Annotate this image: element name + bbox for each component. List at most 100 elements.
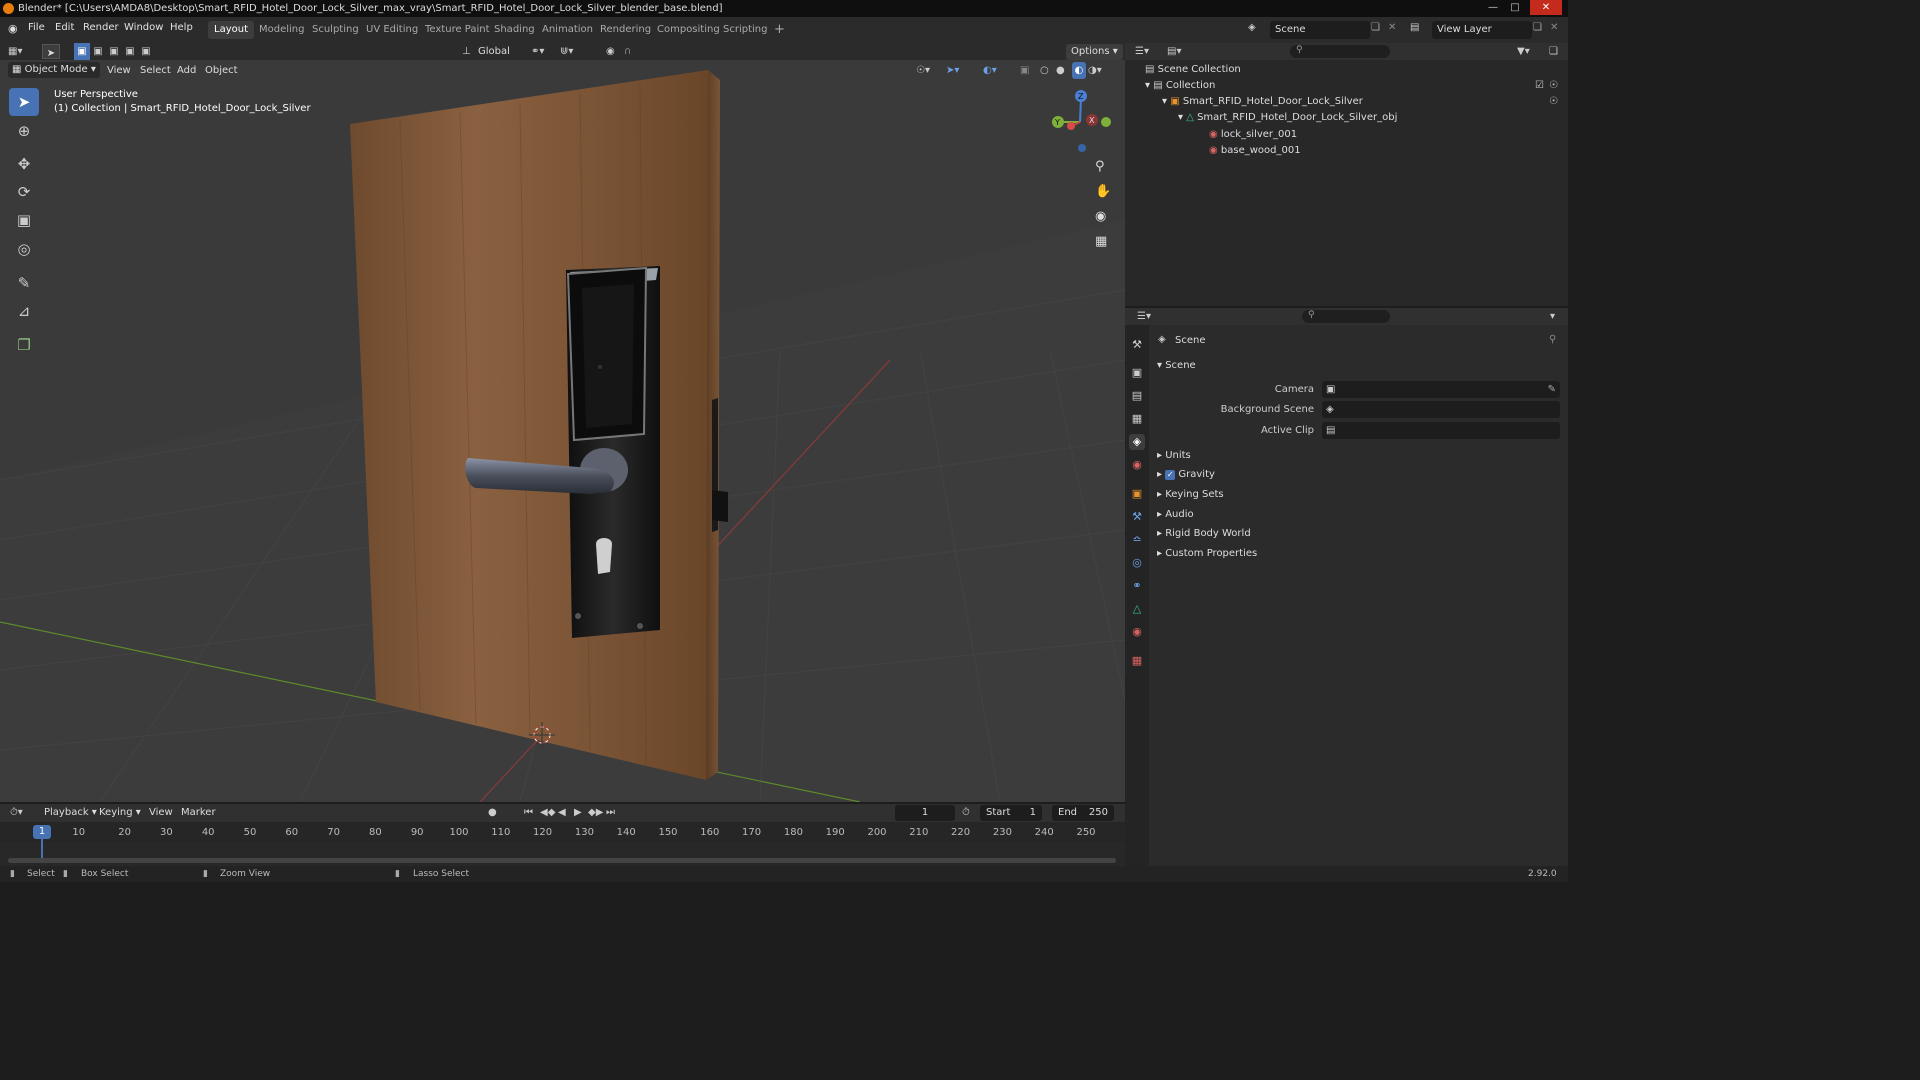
jump-end-icon[interactable]: ⏭ [606,804,615,821]
select-tool-icon[interactable]: ➤ [42,44,60,59]
select-subtract-icon[interactable]: ▣ [106,43,122,60]
editor-type-icon[interactable]: ▦▾ [8,43,22,60]
output-tab-icon[interactable]: ▤ [1129,388,1145,404]
xray-icon[interactable]: ▣ [1020,62,1029,79]
stopwatch-icon[interactable]: ⏱ [962,804,970,821]
ortho-grid-icon[interactable]: ▦ [1095,234,1107,249]
section-units[interactable]: ▸ Units [1157,450,1191,461]
pin-icon[interactable]: ⚲ [1549,334,1556,345]
tab-compositing[interactable]: Compositing [651,21,726,39]
object-tab-icon[interactable]: ▣ [1129,486,1145,502]
options-dropdown[interactable]: Options ▾ [1066,44,1123,60]
tool-annotate[interactable]: ✎ [9,269,39,297]
timeline-view-menu[interactable]: View [149,804,173,821]
close-button[interactable]: ✕ [1530,0,1562,15]
select-intersect-icon[interactable]: ▣ [138,43,154,60]
visibility-icon[interactable]: ☉▾ [916,62,930,79]
tab-scripting[interactable]: Scripting [717,21,773,39]
pivot-icon[interactable]: ⚭▾ [531,43,544,60]
section-rigid-body-world[interactable]: ▸ Rigid Body World [1157,528,1251,539]
section-custom-properties[interactable]: ▸ Custom Properties [1157,548,1257,559]
tool-cursor[interactable]: ⊕ [9,117,39,145]
overlay-toggle-icon[interactable]: ◐▾ [983,62,997,79]
play-reverse-icon[interactable]: ◀ [558,804,566,821]
section-gravity[interactable]: ▸ ✓ Gravity [1157,469,1215,480]
tab-uv-editing[interactable]: UV Editing [360,21,424,39]
tool-transform[interactable]: ◎ [9,235,39,263]
outliner-row-scene-collection[interactable]: ▤ Scene Collection [1145,62,1241,78]
orientation-dropdown[interactable]: Global [478,43,526,60]
tab-modeling[interactable]: Modeling [253,21,311,39]
gizmo-toggle-icon[interactable]: ➤▾ [946,62,959,79]
snap-icon[interactable]: ⋓▾ [560,43,573,60]
eyedropper-icon[interactable]: ✎ [1548,381,1556,398]
delete-view-layer-icon[interactable]: ✕ [1550,22,1558,33]
tool-move[interactable]: ✥ [9,150,39,178]
viewport-menu-view[interactable]: View [107,62,131,79]
properties-options-icon[interactable]: ▾ [1550,308,1555,325]
outliner-search-input[interactable]: ⚲ [1290,45,1390,58]
collection-eye-icon[interactable]: ☉ [1549,80,1558,91]
door-model[interactable] [350,70,728,780]
outliner-editor-type-icon[interactable]: ☰▾ [1135,43,1149,60]
keying-menu[interactable]: Keying ▾ [99,804,141,821]
minimize-button[interactable]: — [1482,0,1504,15]
menu-file[interactable]: File [28,22,45,33]
properties-editor-type-icon[interactable]: ☰▾ [1137,308,1151,325]
outliner-row-material-2[interactable]: ◉ base_wood_001 [1209,143,1301,159]
tab-sculpting[interactable]: Sculpting [306,21,365,39]
menu-help[interactable]: Help [170,22,193,33]
display-mode-icon[interactable]: ▤▾ [1167,43,1181,60]
render-tab-icon[interactable]: ▣ [1129,365,1145,381]
gravity-checkbox[interactable]: ✓ [1165,470,1176,480]
scene-panel-header[interactable]: ▾ Scene [1157,360,1196,371]
delete-scene-icon[interactable]: ✕ [1388,22,1396,33]
tool-scale[interactable]: ▣ [9,206,39,234]
zoom-icon[interactable]: ⚲ [1095,159,1105,174]
auto-keying-icon[interactable]: ● [488,804,497,821]
current-frame-field[interactable]: 1 [895,805,955,821]
tool-select-box[interactable]: ➤ [9,88,39,116]
proportional-edit-icon[interactable]: ◉ [606,43,615,60]
timeline-editor-type-icon[interactable]: ⏱▾ [10,804,23,821]
solid-shading-icon[interactable]: ● [1056,62,1065,79]
prev-keyframe-icon[interactable]: ◀◆ [540,804,555,821]
outliner-row-object[interactable]: ▾ ▣ Smart_RFID_Hotel_Door_Lock_Silver [1162,94,1363,110]
material-shading-icon[interactable]: ◐ [1072,62,1086,79]
pan-hand-icon[interactable]: ✋ [1095,184,1111,199]
new-scene-icon[interactable]: ❏ [1371,22,1380,33]
add-workspace-button[interactable]: + [768,21,791,39]
menu-render[interactable]: Render [83,22,119,33]
outliner-row-material-1[interactable]: ◉ lock_silver_001 [1209,127,1297,143]
properties-search-input[interactable]: ⚲ [1302,310,1390,323]
maximize-button[interactable]: □ [1504,0,1526,15]
tool-tab-icon[interactable]: ⚒ [1129,337,1145,353]
material-tab-icon[interactable]: ◉ [1129,624,1145,640]
3d-viewport[interactable]: ▦ Object Mode ▾ View Select Add Object ☉… [0,60,1125,802]
texture-tab-icon[interactable]: ▦ [1129,653,1145,669]
outliner-row-collection[interactable]: ▾ ▤ Collection [1145,78,1215,94]
section-keying-sets[interactable]: ▸ Keying Sets [1157,489,1224,500]
select-extend-icon[interactable]: ▣ [90,43,106,60]
scene-selector[interactable]: Scene [1270,21,1370,39]
marker-menu[interactable]: Marker [181,804,216,821]
tab-shading[interactable]: Shading [488,21,541,39]
constraints-tab-icon[interactable]: ⚭ [1129,578,1145,594]
view-layer-selector[interactable]: View Layer [1432,21,1532,39]
active-clip-field[interactable]: ▤ [1322,422,1560,439]
object-eye-icon[interactable]: ☉ [1549,96,1558,107]
collection-checkbox[interactable]: ☑ [1535,80,1544,91]
tab-rendering[interactable]: Rendering [594,21,657,39]
next-keyframe-icon[interactable]: ◆▶ [588,804,603,821]
navigation-gizmo[interactable]: Z Y X [1050,86,1116,156]
new-collection-icon[interactable]: ❏ [1549,43,1558,60]
outliner-row-mesh[interactable]: ▾ △ Smart_RFID_Hotel_Door_Lock_Silver_ob… [1178,110,1397,126]
tool-add-cube[interactable]: ❐ [9,331,39,359]
modifier-tab-icon[interactable]: ⚒ [1129,509,1145,525]
particles-tab-icon[interactable]: ≏ [1129,532,1145,548]
select-new-icon[interactable]: ▣ [74,43,90,60]
start-frame-field[interactable]: Start 1 [980,805,1042,821]
physics-tab-icon[interactable]: ◎ [1129,555,1145,571]
data-tab-icon[interactable]: △ [1129,601,1145,617]
viewport-menu-add[interactable]: Add [177,62,196,79]
